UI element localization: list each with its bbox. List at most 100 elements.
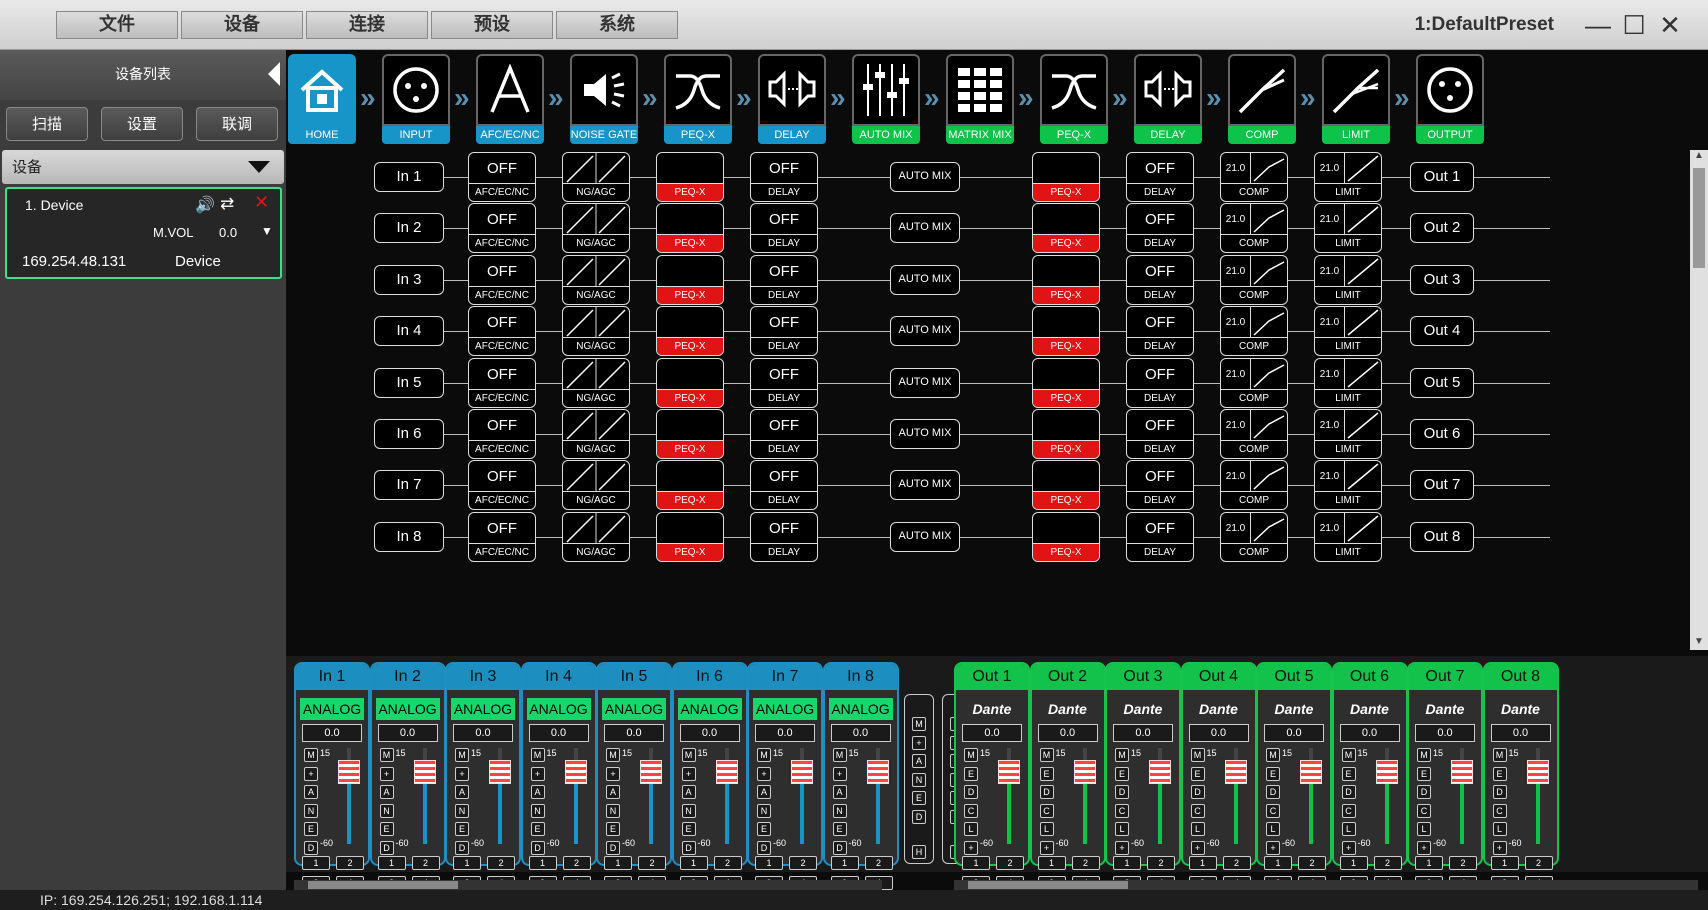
strip-button-m[interactable]: M <box>964 748 978 762</box>
afc-block[interactable]: OFF AFC/EC/NC <box>468 357 536 408</box>
strip-button-n[interactable]: N <box>379 803 394 818</box>
comp-block[interactable]: 21.0 COMP <box>1220 203 1288 254</box>
ng-agc-block[interactable]: NG/AGC <box>562 306 630 357</box>
strip-button-c[interactable]: C <box>1266 803 1280 818</box>
afc-block[interactable]: OFF AFC/EC/NC <box>468 511 536 562</box>
input-delay-block[interactable]: OFF DELAY <box>750 152 818 202</box>
output-delay-block[interactable]: OFF DELAY <box>1126 254 1194 305</box>
fader-knob[interactable] <box>1300 760 1322 784</box>
maximize-icon[interactable]: ☐ <box>1619 10 1649 40</box>
comp-block[interactable]: 21.0 COMP <box>1220 254 1288 305</box>
in-strip-7[interactable]: In 7ANALOG0.0M+ANED15-601234 <box>747 662 823 890</box>
output-peq-block[interactable]: PEQ-X <box>1032 460 1100 511</box>
strip-button-n[interactable]: N <box>606 803 620 818</box>
strip-button-d[interactable]: D <box>832 840 847 855</box>
input-peq-block[interactable]: PEQ-X <box>656 306 724 357</box>
analog-source-badge[interactable]: ANALOG <box>602 698 666 720</box>
strip-button-plus[interactable]: + <box>832 766 847 781</box>
input-delay-block[interactable]: OFF DELAY <box>750 306 818 357</box>
output-channel-2[interactable]: Out 2 <box>1410 213 1474 244</box>
analog-source-badge[interactable]: ANALOG <box>375 698 440 720</box>
input-channel-6[interactable]: In 6 <box>374 419 444 449</box>
strip-button-d[interactable]: D <box>1341 785 1356 799</box>
strip-button-m[interactable]: M <box>1039 748 1054 762</box>
strip-button-plus[interactable]: + <box>1115 840 1129 855</box>
strip-button-c[interactable]: C <box>1039 803 1054 818</box>
output-scroll-track[interactable] <box>954 880 1698 890</box>
fader-knob[interactable] <box>866 760 889 784</box>
menu-device[interactable]: 设备 <box>181 11 303 39</box>
toolbar-delay[interactable]: DELAY <box>758 54 826 144</box>
afc-block[interactable]: OFF AFC/EC/NC <box>468 306 536 357</box>
strip-button-e[interactable]: E <box>681 822 696 836</box>
device-card[interactable]: 1. Device 🔊 ⇄ ✕ M.VOL 0.0 ▼ 169.254.48.1… <box>5 187 282 279</box>
strip-button-e[interactable]: E <box>1492 766 1507 781</box>
gain-value[interactable]: 0.0 <box>830 724 891 742</box>
toolbar-auto-mix[interactable]: AUTO MIX <box>852 54 920 144</box>
route-channel-2[interactable]: 2 <box>713 856 742 870</box>
fader-knob[interactable] <box>489 760 511 784</box>
in-strip-1[interactable]: In 1ANALOG0.0M+ANED15-601234 <box>294 662 370 890</box>
output-channel-6[interactable]: Out 6 <box>1410 419 1474 449</box>
in-strip-2[interactable]: In 2ANALOG0.0M+ANED15-601234 <box>369 662 446 890</box>
strip-button-e[interactable]: E <box>1115 766 1129 781</box>
input-channel-1[interactable]: In 1 <box>374 162 444 192</box>
gain-value[interactable]: 0.0 <box>1264 724 1324 742</box>
input-channel-5[interactable]: In 5 <box>374 367 444 398</box>
strip-button-c[interactable]: C <box>1190 803 1205 818</box>
input-channel-3[interactable]: In 3 <box>374 264 444 295</box>
strip-button-m[interactable]: M <box>1115 748 1129 762</box>
output-channel-1[interactable]: Out 1 <box>1410 162 1474 192</box>
gain-value[interactable]: 0.0 <box>1490 724 1551 742</box>
strip-button-d[interactable]: D <box>1190 785 1205 799</box>
strip-button-plus[interactable]: + <box>964 840 978 855</box>
out-strip-1[interactable]: Out 1Dante0.0MEDCL+15-601234 <box>954 662 1030 890</box>
output-channel-4[interactable]: Out 4 <box>1410 316 1474 347</box>
output-delay-block[interactable]: OFF DELAY <box>1126 460 1194 511</box>
limit-block[interactable]: 21.0 LIMIT <box>1314 254 1382 305</box>
scroll-up-icon[interactable]: ▲ <box>1692 150 1706 164</box>
strip-button-a[interactable]: A <box>530 785 545 799</box>
route-channel-1[interactable]: 1 <box>1490 856 1519 870</box>
dante-source-badge[interactable]: Dante <box>1338 698 1402 720</box>
in-strip-3[interactable]: In 3ANALOG0.0M+ANED15-601234 <box>445 662 521 890</box>
gain-value[interactable]: 0.0 <box>377 724 438 742</box>
strip-button-c[interactable]: C <box>1115 803 1129 818</box>
route-channel-1[interactable]: 1 <box>755 856 783 870</box>
input-peq-block[interactable]: PEQ-X <box>656 203 724 254</box>
strip-button-m[interactable]: M <box>379 748 394 762</box>
output-delay-block[interactable]: OFF DELAY <box>1126 511 1194 562</box>
limit-block[interactable]: 21.0 LIMIT <box>1314 460 1382 511</box>
route-channel-2[interactable]: 2 <box>1298 856 1326 870</box>
menu-system[interactable]: 系统 <box>556 11 678 39</box>
strip-button-m[interactable]: M <box>530 748 545 762</box>
gain-value[interactable]: 0.0 <box>1415 724 1475 742</box>
strip-button-c[interactable]: C <box>1417 803 1431 818</box>
analog-source-badge[interactable]: ANALOG <box>828 698 893 720</box>
analog-source-badge[interactable]: ANALOG <box>300 698 364 720</box>
fader-knob[interactable] <box>1526 760 1549 784</box>
route-channel-1[interactable]: 1 <box>528 856 557 870</box>
strip-button-m[interactable]: M <box>1341 748 1356 762</box>
strip-button-c[interactable]: C <box>964 803 978 818</box>
route-channel-1[interactable]: 1 <box>962 856 990 870</box>
mix-group-group_a[interactable]: M + A N E D H <box>904 694 934 864</box>
strip-button-n[interactable]: N <box>832 803 847 818</box>
ng-agc-block[interactable]: NG/AGC <box>562 511 630 562</box>
strip-button-l[interactable]: L <box>1341 822 1356 836</box>
route-channel-2[interactable]: 2 <box>1524 856 1553 870</box>
strip-button-plus[interactable]: + <box>1417 840 1431 855</box>
fader-knob[interactable] <box>564 760 587 784</box>
vertical-scrollbar[interactable]: ▲ ▼ <box>1690 150 1708 650</box>
route-channel-1[interactable]: 1 <box>377 856 406 870</box>
link-icon[interactable]: H <box>912 845 926 859</box>
strip-button-e[interactable]: E <box>455 822 469 836</box>
route-channel-2[interactable]: 2 <box>996 856 1024 870</box>
afc-block[interactable]: OFF AFC/EC/NC <box>468 254 536 305</box>
route-channel-2[interactable]: 2 <box>1222 856 1251 870</box>
route-channel-1[interactable]: 1 <box>1037 856 1066 870</box>
comp-block[interactable]: 21.0 COMP <box>1220 409 1288 459</box>
automix-block[interactable]: AUTO MIX <box>890 316 960 347</box>
toolbar-delay[interactable]: DELAY <box>1134 54 1202 144</box>
strip-button-plus[interactable]: + <box>530 766 545 781</box>
